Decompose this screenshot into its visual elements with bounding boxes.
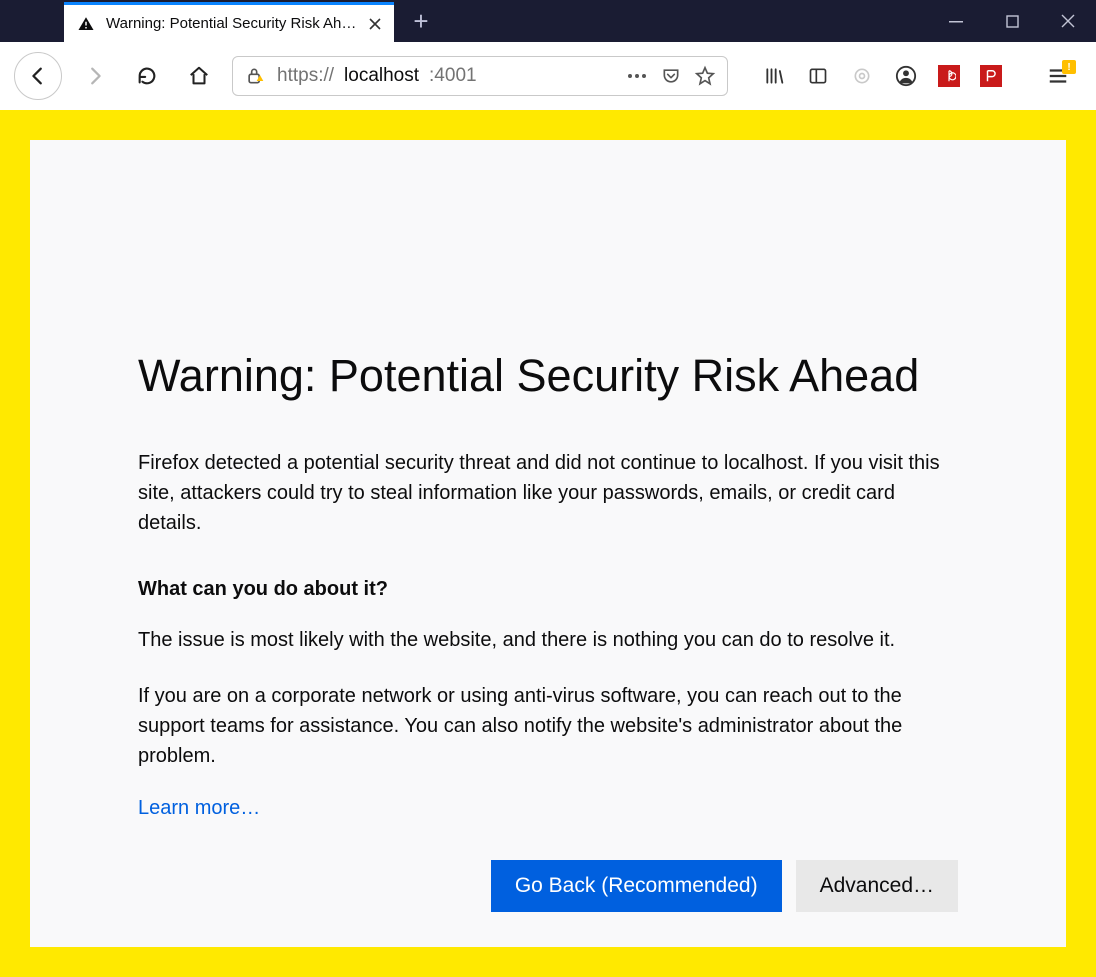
warning-heading: Warning: Potential Security Risk Ahead xyxy=(138,350,958,402)
go-back-button[interactable]: Go Back (Recommended) xyxy=(491,860,782,912)
page-actions-icon[interactable] xyxy=(625,64,649,88)
warning-triangle-icon xyxy=(74,12,98,36)
warning-subheading: What can you do about it? xyxy=(138,578,958,601)
warning-button-row: Go Back (Recommended) Advanced… xyxy=(138,860,958,912)
adobe-pdf-icon[interactable] xyxy=(980,65,1002,87)
reload-button[interactable] xyxy=(128,57,166,95)
window-controls xyxy=(928,0,1096,42)
close-window-button[interactable] xyxy=(1040,0,1096,42)
pocket-icon[interactable] xyxy=(659,64,683,88)
tab-title: Warning: Potential Security Risk Ahead xyxy=(106,15,358,32)
warning-paragraph-2: The issue is most likely with the websit… xyxy=(138,625,958,655)
titlebar: Warning: Potential Security Risk Ahead + xyxy=(0,0,1096,42)
url-port: :4001 xyxy=(429,65,477,87)
bookmark-star-icon[interactable] xyxy=(693,64,717,88)
home-button[interactable] xyxy=(180,57,218,95)
warning-paragraph-1: Firefox detected a potential security th… xyxy=(138,448,958,538)
warning-paragraph-3: If you are on a corporate network or usi… xyxy=(138,681,958,771)
url-domain: localhost xyxy=(344,65,419,87)
sidebar-icon[interactable] xyxy=(806,64,830,88)
advanced-button[interactable]: Advanced… xyxy=(796,860,958,912)
learn-more-link[interactable]: Learn more… xyxy=(138,797,958,820)
tab-strip: Warning: Potential Security Risk Ahead + xyxy=(0,0,442,42)
url-bar[interactable]: https:// localhost :4001 xyxy=(232,56,728,96)
menu-alert-badge: ! xyxy=(1062,60,1076,74)
app-menu-button[interactable]: ! xyxy=(1046,64,1070,88)
forward-button[interactable] xyxy=(76,57,114,95)
account-icon[interactable] xyxy=(894,64,918,88)
new-tab-button[interactable]: + xyxy=(400,0,442,42)
extension-icon[interactable] xyxy=(850,64,874,88)
nav-toolbar: https:// localhost :4001 xyxy=(0,42,1096,110)
library-icon[interactable] xyxy=(762,64,786,88)
lock-warning-icon xyxy=(243,64,267,88)
security-warning-panel: Warning: Potential Security Risk Ahead F… xyxy=(138,140,958,947)
minimize-button[interactable] xyxy=(928,0,984,42)
tab-close-button[interactable] xyxy=(366,15,384,33)
pdf-reader-icon[interactable] xyxy=(938,65,960,87)
maximize-button[interactable] xyxy=(984,0,1040,42)
toolbar-icon-group: ! xyxy=(762,64,1070,88)
content-frame-inner: Warning: Potential Security Risk Ahead F… xyxy=(30,140,1066,947)
active-tab[interactable]: Warning: Potential Security Risk Ahead xyxy=(64,2,394,42)
back-button[interactable] xyxy=(14,52,62,100)
content-frame-outer: Warning: Potential Security Risk Ahead F… xyxy=(0,110,1096,977)
url-protocol: https:// xyxy=(277,65,334,87)
